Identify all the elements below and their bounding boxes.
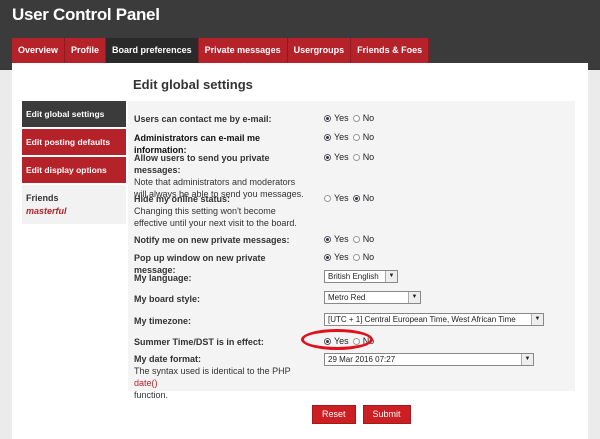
chevron-down-icon: ▼ bbox=[531, 314, 543, 325]
tab-usergroups[interactable]: Usergroups bbox=[287, 38, 352, 63]
sidebar-item-global-settings[interactable]: Edit global settings bbox=[22, 101, 126, 129]
reset-button[interactable]: Reset bbox=[312, 405, 356, 424]
contact-email-label: Users can contact me by e-mail: bbox=[134, 114, 272, 124]
page-title: User Control Panel bbox=[12, 5, 160, 24]
no-label: No bbox=[362, 152, 375, 162]
form-buttons: Reset Submit bbox=[312, 405, 418, 424]
hide-online-yes-radio[interactable] bbox=[324, 194, 331, 202]
dst-label: Summer Time/DST is in effect: bbox=[134, 337, 264, 347]
friends-box: Friends masterful bbox=[22, 185, 126, 224]
tab-bar: Overview Profile Board preferences Priva… bbox=[12, 38, 430, 63]
language-label: My language: bbox=[134, 273, 192, 283]
tab-overview[interactable]: Overview bbox=[12, 38, 66, 63]
no-label: No bbox=[362, 193, 375, 203]
yes-label: Yes bbox=[334, 113, 349, 123]
top-bar: User Control Panel Overview Profile Boar… bbox=[0, 0, 600, 70]
contact-email-options: Yes No bbox=[324, 113, 378, 123]
date-format-label: My date format: The syntax used is ident… bbox=[134, 353, 306, 401]
tab-friends-foes[interactable]: Friends & Foes bbox=[351, 38, 430, 63]
date-format-note: The syntax used is identical to the PHP bbox=[134, 366, 291, 376]
friends-label: Friends bbox=[26, 193, 59, 203]
yes-label: Yes bbox=[334, 152, 349, 162]
style-value: Metro Red bbox=[328, 293, 366, 302]
style-select[interactable]: Metro Red ▼ bbox=[324, 291, 421, 304]
language-select[interactable]: British English ▼ bbox=[324, 270, 398, 283]
admin-email-options: Yes No bbox=[324, 132, 378, 142]
yes-label: Yes bbox=[334, 193, 349, 203]
tab-board-preferences[interactable]: Board preferences bbox=[106, 38, 199, 63]
yes-label: Yes bbox=[334, 132, 349, 142]
contact-email-yes-radio[interactable] bbox=[324, 114, 331, 122]
hide-online-title: Hide my online status: bbox=[134, 194, 231, 204]
language-control: British English ▼ bbox=[324, 270, 398, 283]
popup-pm-yes-radio[interactable] bbox=[324, 253, 331, 261]
hide-online-options: Yes No bbox=[324, 193, 378, 203]
timezone-label: My timezone: bbox=[134, 316, 192, 326]
sidebar: Edit global settings Edit posting defaul… bbox=[22, 101, 126, 224]
admin-email-no-radio[interactable] bbox=[352, 133, 360, 141]
date-format-title: My date format: bbox=[134, 354, 202, 364]
yes-label: Yes bbox=[334, 234, 349, 244]
submit-button[interactable]: Submit bbox=[362, 405, 411, 424]
allow-pm-title: Allow users to send you private messages… bbox=[134, 153, 270, 175]
sidebar-item-display-options[interactable]: Edit display options bbox=[22, 157, 126, 185]
highlight-annotation-ring bbox=[301, 329, 373, 350]
chevron-down-icon: ▼ bbox=[385, 271, 397, 282]
chevron-down-icon: ▼ bbox=[521, 354, 533, 365]
timezone-select[interactable]: [UTC + 1] Central European Time, West Af… bbox=[324, 313, 544, 326]
popup-pm-options: Yes No bbox=[324, 252, 378, 262]
no-label: No bbox=[362, 234, 375, 244]
no-label: No bbox=[362, 252, 375, 262]
date-format-value: 29 Mar 2016 07:27 bbox=[328, 355, 396, 364]
date-function-link[interactable]: date() bbox=[134, 378, 158, 388]
sidebar-item-posting-defaults[interactable]: Edit posting defaults bbox=[22, 129, 126, 157]
language-value: British English bbox=[328, 272, 379, 281]
hide-online-label: Hide my online status: Changing this set… bbox=[134, 193, 306, 229]
allow-pm-yes-radio[interactable] bbox=[324, 153, 331, 161]
no-label: No bbox=[362, 132, 375, 142]
tab-private-messages[interactable]: Private messages bbox=[198, 38, 288, 63]
notify-pm-label: Notify me on new private messages: bbox=[134, 235, 290, 245]
section-title: Edit global settings bbox=[133, 77, 253, 92]
timezone-value: [UTC + 1] Central European Time, West Af… bbox=[328, 315, 516, 324]
date-format-select[interactable]: 29 Mar 2016 07:27 ▼ bbox=[324, 353, 534, 366]
hide-online-no-radio[interactable] bbox=[352, 194, 360, 202]
yes-label: Yes bbox=[334, 252, 349, 262]
friend-link[interactable]: masterful bbox=[26, 206, 122, 216]
no-label: No bbox=[362, 113, 375, 123]
main-content: Edit global settings Edit global setting… bbox=[12, 63, 588, 439]
notify-pm-options: Yes No bbox=[324, 234, 378, 244]
popup-pm-no-radio[interactable] bbox=[352, 253, 360, 261]
admin-email-yes-radio[interactable] bbox=[324, 133, 331, 141]
timezone-control: [UTC + 1] Central European Time, West Af… bbox=[324, 313, 544, 326]
notify-pm-no-radio[interactable] bbox=[352, 235, 360, 243]
hide-online-note: Changing this setting won't become effec… bbox=[134, 206, 297, 228]
date-format-control: 29 Mar 2016 07:27 ▼ bbox=[324, 353, 534, 366]
allow-pm-no-radio[interactable] bbox=[352, 153, 360, 161]
tab-profile[interactable]: Profile bbox=[65, 38, 107, 63]
style-label: My board style: bbox=[134, 294, 201, 304]
date-format-note-end: function. bbox=[134, 390, 169, 400]
allow-pm-options: Yes No bbox=[324, 152, 378, 162]
chevron-down-icon: ▼ bbox=[408, 292, 420, 303]
notify-pm-yes-radio[interactable] bbox=[324, 235, 331, 243]
contact-email-no-radio[interactable] bbox=[352, 114, 360, 122]
style-control: Metro Red ▼ bbox=[324, 291, 421, 304]
